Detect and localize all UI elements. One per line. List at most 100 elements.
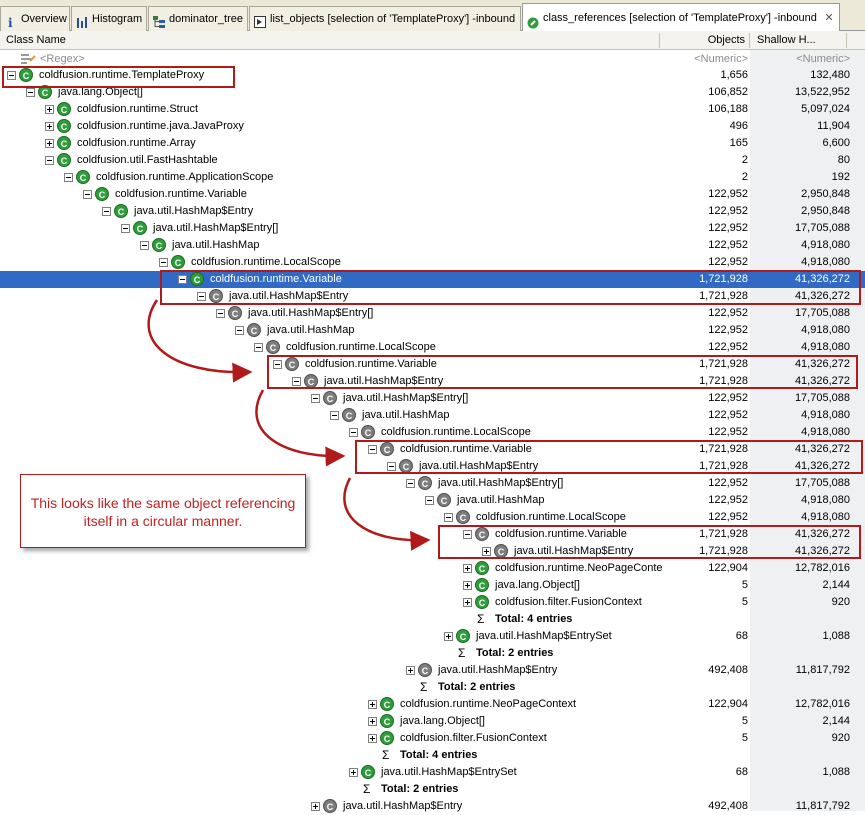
tree-row[interactable]: Cjava.util.HashMap 122,952 4,918,080: [0, 322, 865, 339]
expand-icon[interactable]: [368, 717, 377, 726]
total-row[interactable]: Σ Total: 4 entries: [0, 611, 865, 628]
collapse-icon[interactable]: [273, 360, 282, 369]
tree-row[interactable]: Ccoldfusion.runtime.Variable 1,721,928 41,…: [0, 271, 865, 288]
tree-row[interactable]: Ccoldfusion.runtime.TemplateProxy 1,656 13…: [0, 67, 865, 84]
total-row[interactable]: Σ Total: 2 entries: [0, 645, 865, 662]
column-divider[interactable]: [749, 33, 750, 48]
expand-icon[interactable]: [45, 139, 54, 148]
tree-row[interactable]: Ccoldfusion.runtime.Array 165 6,600: [0, 135, 865, 152]
tree-row[interactable]: Cjava.util.HashMap$Entry[] 122,952 17,705,…: [0, 220, 865, 237]
tree-row[interactable]: Cjava.lang.Object[] 106,852 13,522,952: [0, 84, 865, 101]
tree-row[interactable]: Ccoldfusion.runtime.Variable 1,721,928 41,…: [0, 356, 865, 373]
collapse-icon[interactable]: [102, 207, 111, 216]
shallow-filter-input[interactable]: <Numeric>: [750, 51, 850, 68]
tree-row[interactable]: Cjava.util.HashMap$EntrySet 68 1,088: [0, 628, 865, 645]
tab-histogram[interactable]: Histogram: [71, 6, 147, 31]
collapse-icon[interactable]: [425, 496, 434, 505]
total-row[interactable]: Σ Total: 2 entries: [0, 781, 865, 798]
collapse-icon[interactable]: [292, 377, 301, 386]
objects-count: 68: [735, 766, 748, 778]
tree-row[interactable]: Ccoldfusion.filter.FusionContext 5 920: [0, 594, 865, 611]
tree-row[interactable]: Ccoldfusion.runtime.ApplicationScope 2 192: [0, 169, 865, 186]
tree-row[interactable]: Ccoldfusion.runtime.Struct 106,188 5,097,0…: [0, 101, 865, 118]
tree-row[interactable]: Cjava.util.HashMap$EntrySet 68 1,088: [0, 764, 865, 781]
expand-icon[interactable]: [463, 581, 472, 590]
collapse-icon[interactable]: [349, 428, 358, 437]
tree-row[interactable]: Cjava.util.HashMap$Entry[] 122,952 17,705,…: [0, 305, 865, 322]
objects-count: 1,721,928: [699, 443, 748, 455]
tree-row[interactable]: Ccoldfusion.filter.FusionContext 5 920: [0, 730, 865, 747]
tree-row[interactable]: Cjava.util.HashMap 122,952 4,918,080: [0, 237, 865, 254]
tree-row[interactable]: Ccoldfusion.runtime.Variable 122,952 2,950…: [0, 186, 865, 203]
expand-icon[interactable]: [406, 666, 415, 675]
expand-icon[interactable]: [45, 105, 54, 114]
tree-row[interactable]: Cjava.util.HashMap$Entry[] 122,952 17,705,…: [0, 390, 865, 407]
tab-list-objects[interactable]: list_objects [selection of 'TemplateProx…: [249, 6, 521, 31]
expand-icon[interactable]: [368, 700, 377, 709]
column-class-name[interactable]: Class Name: [6, 31, 66, 49]
column-divider[interactable]: [846, 33, 847, 48]
collapse-icon[interactable]: [254, 343, 263, 352]
expand-icon[interactable]: [349, 768, 358, 777]
regex-filter-input[interactable]: <Regex>: [40, 51, 85, 68]
collapse-icon[interactable]: [197, 292, 206, 301]
total-row[interactable]: Σ Total: 2 entries: [0, 679, 865, 696]
tree-row[interactable]: Ccoldfusion.runtime.LocalScope 122,952 4,9…: [0, 424, 865, 441]
tree-row[interactable]: Cjava.util.HashMap$Entry 492,408 11,817,79…: [0, 662, 865, 679]
tree-row[interactable]: Cjava.util.HashMap 122,952 4,918,080: [0, 407, 865, 424]
collapse-icon[interactable]: [26, 88, 35, 97]
collapse-icon[interactable]: [444, 513, 453, 522]
tree-row[interactable]: Cjava.util.HashMap$Entry 1,721,928 41,326,…: [0, 373, 865, 390]
expand-icon[interactable]: [463, 598, 472, 607]
collapse-icon[interactable]: [463, 530, 472, 539]
collapse-icon[interactable]: [83, 190, 92, 199]
tab-dominator-tree[interactable]: dominator_tree: [148, 6, 248, 31]
collapse-icon[interactable]: [121, 224, 130, 233]
tree-row[interactable]: Cjava.util.HashMap$Entry 1,721,928 41,326,…: [0, 458, 865, 475]
tree-row[interactable]: Ccoldfusion.runtime.LocalScope 122,952 4,9…: [0, 339, 865, 356]
shallow-heap: 132,480: [810, 69, 850, 81]
tab-overview[interactable]: i Overview: [0, 6, 70, 31]
tree-row[interactable]: Cjava.util.HashMap$Entry 1,721,928 41,326,…: [0, 288, 865, 305]
column-shallow-heap[interactable]: Shallow H...: [757, 31, 816, 49]
tree-row[interactable]: Cjava.lang.Object[] 5 2,144: [0, 577, 865, 594]
collapse-icon[interactable]: [368, 445, 377, 454]
tree-row[interactable]: Ccoldfusion.runtime.java.JavaProxy 496 11,…: [0, 118, 865, 135]
shallow-heap: 17,705,088: [794, 222, 850, 234]
tree-row[interactable]: Ccoldfusion.runtime.Variable 1,721,928 41,…: [0, 441, 865, 458]
tree-row[interactable]: Ccoldfusion.runtime.LocalScope 122,952 4,9…: [0, 254, 865, 271]
tree-row[interactable]: Cjava.util.HashMap$Entry 122,952 2,950,848: [0, 203, 865, 220]
class-name: java.util.HashMap$Entry[]: [438, 477, 564, 489]
shallow-heap: 920: [831, 732, 850, 744]
expand-icon[interactable]: [311, 802, 320, 811]
close-icon[interactable]: ✕: [823, 13, 835, 25]
expand-icon[interactable]: [444, 632, 453, 641]
tree-row[interactable]: Cjava.lang.Object[] 5 2,144: [0, 713, 865, 730]
collapse-icon[interactable]: [311, 394, 320, 403]
collapse-icon[interactable]: [159, 258, 168, 267]
tree-row[interactable]: Ccoldfusion.util.FastHashtable 2 80: [0, 152, 865, 169]
collapse-icon[interactable]: [406, 479, 415, 488]
tree-row[interactable]: Ccoldfusion.runtime.NeoPageConte 122,904 1…: [0, 560, 865, 577]
expand-icon[interactable]: [482, 547, 491, 556]
collapse-icon[interactable]: [7, 71, 16, 80]
objects-count: 2: [741, 171, 748, 183]
collapse-icon[interactable]: [178, 275, 187, 284]
class-icon: C: [380, 697, 394, 711]
expand-icon[interactable]: [45, 122, 54, 131]
collapse-icon[interactable]: [330, 411, 339, 420]
objects-filter-input[interactable]: <Numeric>: [660, 51, 748, 68]
collapse-icon[interactable]: [64, 173, 73, 182]
expand-icon[interactable]: [368, 734, 377, 743]
total-row[interactable]: Σ Total: 4 entries: [0, 747, 865, 764]
column-objects[interactable]: Objects: [660, 31, 745, 49]
collapse-icon[interactable]: [216, 309, 225, 318]
expand-icon[interactable]: [463, 564, 472, 573]
collapse-icon[interactable]: [45, 156, 54, 165]
collapse-icon[interactable]: [387, 462, 396, 471]
collapse-icon[interactable]: [140, 241, 149, 250]
tree-row[interactable]: Ccoldfusion.runtime.NeoPageContext 122,90…: [0, 696, 865, 713]
collapse-icon[interactable]: [235, 326, 244, 335]
tree-row[interactable]: Cjava.util.HashMap$Entry 492,408 11,817,79…: [0, 798, 865, 815]
tab-class-references[interactable]: class_references [selection of 'Template…: [522, 3, 840, 31]
